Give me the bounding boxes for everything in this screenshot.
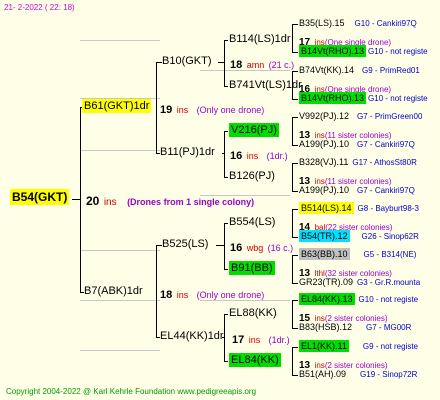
queen-b525[interactable]: B525(LS) (162, 239, 208, 250)
root-queen-id: B54(GKT) (10, 189, 70, 205)
mother-inseminations: 18 ins (Only one drone) (160, 289, 265, 301)
gen4-queen[interactable]: B74Vt(KK).14 G9 - PrimRed01 (299, 66, 420, 75)
queen-b741[interactable]: B741Vt(LS)1dr (229, 80, 302, 91)
report-timestamp: 21- 2-2022 ( 22: 18) (4, 3, 75, 12)
gen4-queen[interactable]: EL84(KK).13 G10 - not registe (299, 293, 418, 305)
gen4-queen[interactable]: A199(PJ).10 G7 - Cankiri97Q (299, 140, 415, 149)
gen4-queen[interactable]: B14Vt(RHO).13 G10 - not registe (299, 92, 428, 104)
gen4-queen[interactable]: B35(LS).15 G10 - Cankiri97Q (299, 19, 417, 28)
queen-el84[interactable]: EL84(KK) (229, 353, 281, 367)
queen-b554[interactable]: B554(LS) (229, 217, 275, 228)
queen-b11[interactable]: B11(PJ)1dr (160, 147, 215, 158)
el44-inseminations: 17 ins (1dr.) (232, 334, 290, 346)
pedigree-page: 21- 2-2022 ( 22: 18) Copyright 2004-2022… (0, 0, 440, 400)
b10-inseminations: 18 amn (21 c.) (230, 59, 295, 71)
queen-el44[interactable]: EL44(KK)1dr (160, 331, 224, 342)
gen4-queen[interactable]: B51(AH).09 G19 - Sinop72R (299, 370, 417, 379)
gen4-queen[interactable]: B14Vt(RHO).13 G10 - not registe (299, 45, 428, 57)
queen-b114[interactable]: B114(LS)1dr (229, 34, 291, 45)
footer-copyright: Copyright 2004-2022 @ Karl Kehrle Founda… (6, 387, 257, 396)
b11-inseminations: 16 ins (1dr.) (230, 150, 288, 162)
gen4-queen[interactable]: B514(LS).14 G8 - Bayburt98-3 (299, 202, 419, 214)
gen4-queen[interactable]: V992(PJ).12 G7 - PrimGreen00 (299, 112, 422, 121)
queen-b126[interactable]: B126(PJ) (229, 171, 275, 182)
queen-b91[interactable]: B91(BB) (229, 261, 275, 275)
mother-queen[interactable]: B7(ABK)1dr (84, 286, 143, 297)
gen4-queen[interactable]: GR23(TR).09 G3 - Gr.R.mounta (299, 278, 420, 287)
queen-v216[interactable]: V216(PJ) (229, 123, 279, 137)
queen-el88[interactable]: EL88(KK) (229, 308, 277, 319)
gen4-queen[interactable]: B83(HSB).12 G7 - MG00R (299, 323, 411, 332)
father-queen[interactable]: B61(GKT)1dr (82, 99, 152, 113)
root-queen[interactable]: B54(GKT) (10, 189, 70, 205)
gen4-queen[interactable]: B328(VJ).11 G17 - AthosSt80R (299, 158, 417, 167)
gen4-queen[interactable]: B63(BB).10 G5 - B314(NE) (299, 248, 416, 260)
gen4-queen[interactable]: B54(TR).12 G26 - Sinop62R (299, 230, 419, 242)
root-inseminations: 20 ins (Drones from 1 single colony) (86, 194, 255, 208)
gen4-queen[interactable]: A199(PJ).10 G7 - Cankiri97Q (299, 186, 415, 195)
gen4-queen[interactable]: EL1(KK).11 G9 - not registe (299, 340, 418, 352)
father-inseminations: 19 ins (Only one drone) (160, 104, 265, 116)
b525-inseminations: 16 wbg (16 c.) (230, 242, 294, 254)
queen-b10[interactable]: B10(GKT) (162, 56, 212, 67)
